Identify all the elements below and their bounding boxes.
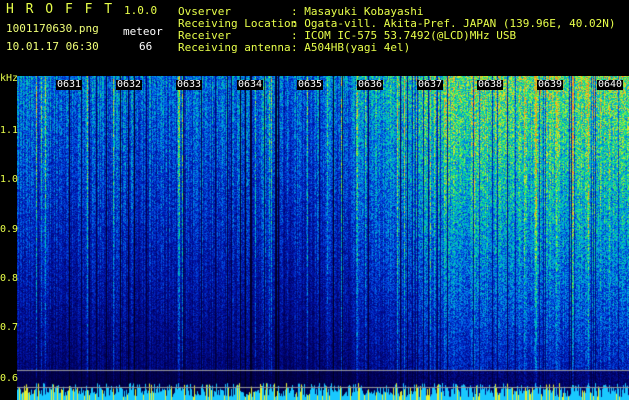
y-tick: 1.1 xyxy=(0,125,19,136)
time-tick: 0634 xyxy=(237,79,264,90)
antenna-label: Receiving antenna xyxy=(178,41,291,54)
y-axis-unit: kHz xyxy=(0,73,19,84)
time-tick: 0636 xyxy=(357,79,384,90)
time-tick: 0640 xyxy=(597,79,624,90)
time-tick: 0632 xyxy=(116,79,143,90)
app-version: 1.0.0 xyxy=(124,4,158,17)
time-tick: 0637 xyxy=(417,79,444,90)
time-tick: 0635 xyxy=(297,79,324,90)
file-datetime: 10.01.17 06:30 xyxy=(6,40,99,53)
meteor-count: 66 xyxy=(139,40,153,53)
y-tick: 0.7 xyxy=(0,322,19,333)
time-tick: 0633 xyxy=(176,79,203,90)
antenna-value: : A504HB(yagi 4el) xyxy=(291,41,411,54)
y-tick: 0.6 xyxy=(0,373,19,384)
app-title: H R O F F T xyxy=(6,2,115,17)
time-tick: 0639 xyxy=(537,79,564,90)
y-tick: 0.9 xyxy=(0,224,19,235)
y-tick: 1.0 xyxy=(0,174,19,185)
y-tick: 0.8 xyxy=(0,273,19,284)
time-tick: 0631 xyxy=(56,79,83,90)
spectrogram-canvas[interactable] xyxy=(17,76,629,400)
meteor-label: meteor xyxy=(123,25,163,38)
time-tick: 0638 xyxy=(477,79,504,90)
file-name: 1001170630.png xyxy=(6,22,99,35)
